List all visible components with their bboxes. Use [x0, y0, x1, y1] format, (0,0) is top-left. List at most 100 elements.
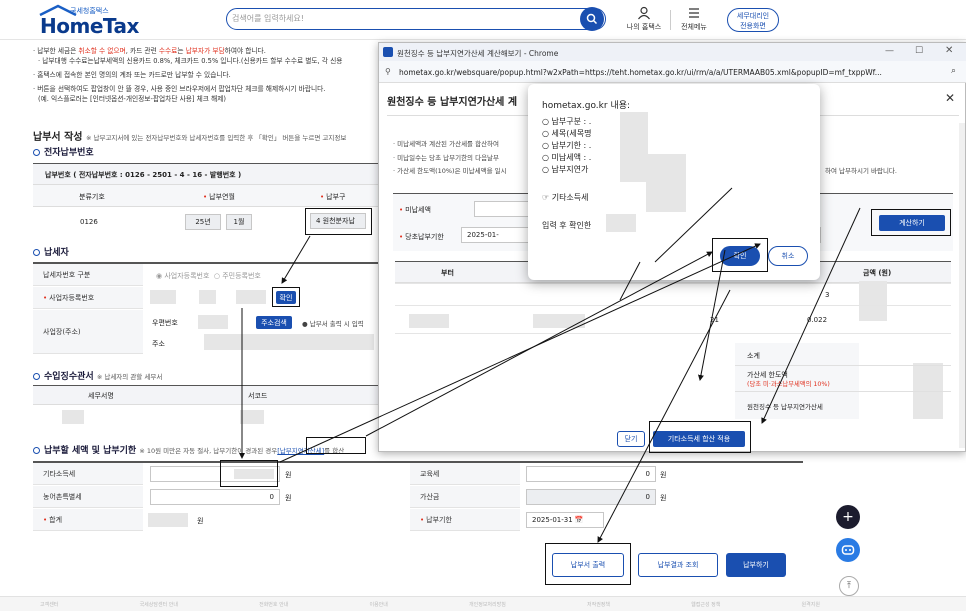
- annotation-box-amount: [220, 460, 278, 487]
- alert-redacted-2: [646, 154, 686, 212]
- surcharge-label: 가산금: [410, 486, 520, 508]
- popup-scrollbar[interactable]: [959, 123, 965, 448]
- search-input[interactable]: 검색어를 입력하세요!: [232, 13, 304, 24]
- confirm-alert-dialog: hometax.go.kr 내용: ○ 납부구분 : . ○ 세목(세목명 ○ …: [528, 84, 820, 280]
- business-no-label: 사업자등록번호: [33, 287, 143, 309]
- my-hometax-button[interactable]: 나의 홈택스: [624, 6, 664, 32]
- address-sub-label: 주소: [152, 340, 165, 348]
- popup-window-title: 원천징수 등 납부지연가산세 계산해보기 - Chrome: [397, 49, 559, 58]
- pay-button[interactable]: 납부하기: [726, 553, 786, 577]
- alert-redacted-1: [620, 112, 648, 182]
- footer-link[interactable]: 이용안내: [369, 601, 387, 609]
- scroll-top-icon[interactable]: ⤒: [839, 576, 859, 596]
- summary-divider-1: [735, 365, 951, 366]
- annotation-box-apply: [649, 421, 751, 453]
- original-due-input[interactable]: 2025-01-: [461, 227, 533, 243]
- popup-close-icon[interactable]: ✕: [945, 91, 955, 105]
- taxpayer-type-radios[interactable]: ◉ 사업자등록번호 ○ 주민등록번호: [156, 271, 261, 281]
- notice-5: (예. 익스플로러는 [인터넷옵션-개인정보-팝업차단 사용] 체크 해제): [38, 95, 226, 103]
- notice-1: · 납부한 세금은 취소할 수 없으며, 카드 관련 수수료는 납부자가 부담하…: [33, 47, 266, 55]
- popup-bullet-tail: 하여 납부하시기 바랍니다.: [825, 167, 897, 175]
- business-no-part2[interactable]: [199, 290, 216, 304]
- calendar-icon[interactable]: 📅: [575, 516, 584, 524]
- plus-icon[interactable]: +: [836, 505, 860, 529]
- footer-link[interactable]: 원격지원: [802, 601, 820, 609]
- zoom-icon[interactable]: ⌕: [951, 66, 956, 76]
- footer-links: 고객센터 국세상담센터 안내 전화번호 안내 이용안내 개인정보처리방침 저작권…: [40, 601, 820, 609]
- row2-rate: 0.022: [807, 316, 828, 324]
- footer-link[interactable]: 웹접근성 정책: [691, 601, 720, 609]
- won-unit-1: 원: [285, 471, 292, 479]
- col-amount: 금액 (원): [863, 269, 892, 277]
- other-income-tax-label: 기타소득세: [33, 463, 143, 485]
- radio-business-icon[interactable]: ◉: [156, 272, 162, 280]
- year-select[interactable]: 25년: [185, 214, 221, 230]
- window-close-icon[interactable]: ✕: [945, 45, 953, 56]
- month-select[interactable]: 1월: [226, 214, 252, 230]
- address-input[interactable]: [204, 334, 374, 350]
- row-divider-3: [395, 333, 951, 334]
- maximize-icon[interactable]: ☐: [915, 46, 923, 56]
- radio-resident-icon[interactable]: ○: [214, 272, 220, 280]
- subtotal-label: 소계: [747, 352, 760, 360]
- due-date-input[interactable]: 2025-01-31 📅: [526, 512, 604, 528]
- alert-line-4: ○ 미납세액 : .: [542, 153, 592, 162]
- site-info-icon[interactable]: ⚲: [385, 67, 391, 76]
- total-value: [148, 513, 188, 527]
- address-search-button[interactable]: 주소검색: [256, 316, 292, 329]
- e-payment-heading: 전자납부번호: [33, 145, 94, 158]
- notice-3: · 홈택스에 접속한 본인 명의의 계좌 또는 카드로만 납부할 수 있습니다.: [33, 71, 231, 79]
- rural-tax-input[interactable]: 0: [150, 489, 280, 505]
- tax-agent-line1: 세무대리인: [736, 12, 770, 20]
- popup-bullet-1: · 미납세액과 계산된 가산세를 합산하여: [393, 140, 500, 148]
- business-no-part3[interactable]: [236, 290, 266, 304]
- all-menu-label: 전체메뉴: [681, 23, 707, 31]
- footer-link[interactable]: 개인정보처리방침: [469, 601, 506, 609]
- my-hometax-label: 나의 홈택스: [626, 23, 662, 31]
- tax-agent-line2: 전용화면: [740, 22, 766, 30]
- business-no-part1[interactable]: [150, 290, 176, 304]
- all-menu-button[interactable]: 전체메뉴: [676, 6, 712, 32]
- limit-sublabel: (당초 미·과소납부세액의 10%): [747, 381, 830, 388]
- footer-link[interactable]: 전화번호 안내: [259, 601, 288, 609]
- col-office-name: 세무서명: [88, 392, 114, 400]
- chatbot-icon[interactable]: [836, 538, 860, 562]
- footer-link[interactable]: 저작권정책: [587, 601, 610, 609]
- won-unit-2: 원: [660, 471, 667, 479]
- address-label: 사업장(주소): [33, 310, 143, 354]
- search-button[interactable]: [580, 7, 604, 31]
- office-header-row: [33, 385, 378, 405]
- notice-4: · 버튼을 선택하여도 팝업창이 안 뜰 경우, 사용 중인 브라우저에서 팝업…: [33, 85, 326, 93]
- tax-agent-button[interactable]: 세무대리인 전용화면: [727, 8, 779, 32]
- radio-resident-label: 주민등록번호: [222, 272, 261, 280]
- popup-url[interactable]: hometax.go.kr/websquare/popup.html?w2xPa…: [399, 68, 944, 77]
- e-payment-label: 납부번호 ( 전자납부번호 : 0126 - 2501 - 4 - 16 - 발…: [45, 171, 242, 179]
- address-note: ● 납부서 출력 시 입력: [302, 320, 364, 328]
- unpaid-input[interactable]: [474, 201, 534, 217]
- row2-from: [409, 314, 449, 328]
- alert-line-2: ○ 세목(세목명: [542, 129, 592, 138]
- row-divider-2: [395, 305, 951, 306]
- summary-divider-2: [735, 391, 951, 392]
- postal-code-input[interactable]: [198, 315, 228, 329]
- office-heading: 수입징수관서 ※ 납세자의 관할 세무서: [33, 369, 162, 382]
- total-label: 합계: [33, 509, 143, 531]
- menu-icon: [689, 8, 699, 18]
- education-tax-input[interactable]: 0: [526, 466, 656, 482]
- footer-link[interactable]: 국세상담센터 안내: [140, 601, 178, 609]
- alert-cancel-button[interactable]: 취소: [768, 246, 808, 266]
- alert-redacted-3: [606, 214, 636, 232]
- col-office-code: 서코드: [248, 392, 268, 400]
- annotation-box-ok: [712, 238, 768, 272]
- popup-close-button[interactable]: 닫기: [617, 431, 645, 447]
- hometax-logo[interactable]: HomeTax: [40, 14, 139, 38]
- surcharge-input: 0: [526, 489, 656, 505]
- education-tax-label: 교육세: [410, 463, 520, 485]
- info-icon: ●: [302, 320, 308, 328]
- amount-heading: 납부할 세액 및 납부기한 ※ 10원 미만은 자동 절사, 납부기한이 경과된…: [33, 443, 344, 456]
- payment-result-button[interactable]: 납부결과 조회: [638, 553, 718, 577]
- row1-amount: [859, 281, 887, 321]
- minimize-icon[interactable]: —: [885, 46, 894, 56]
- alert-line-7: 입력 후 확인한: [542, 221, 592, 230]
- footer-link[interactable]: 고객센터: [40, 601, 58, 609]
